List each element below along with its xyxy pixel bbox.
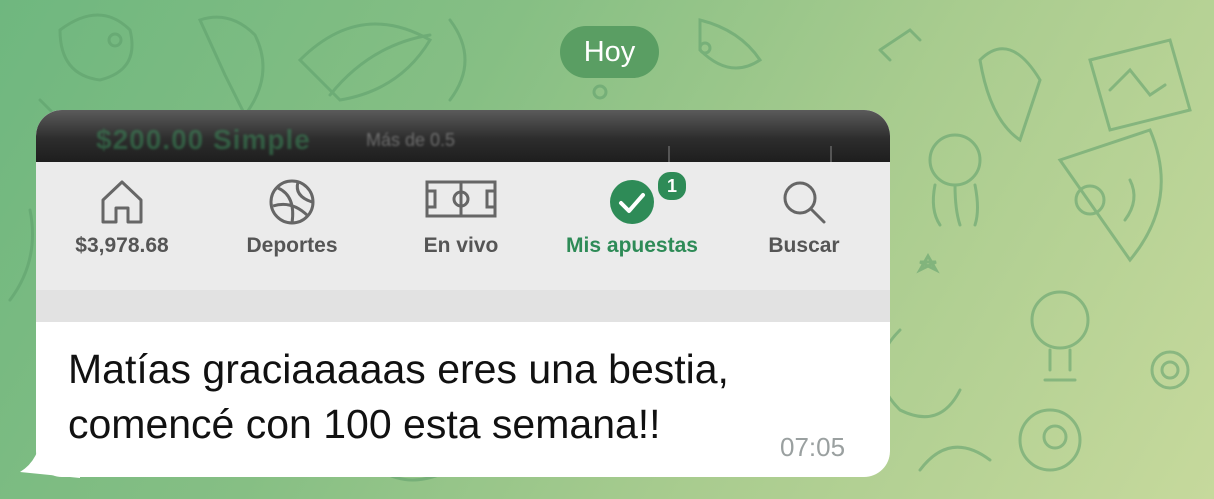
header-divider xyxy=(830,146,832,162)
date-separator: Hoy xyxy=(560,26,659,78)
search-icon xyxy=(783,181,826,224)
home-icon xyxy=(101,180,143,224)
tab-en-vivo: En vivo xyxy=(376,170,546,270)
ball-icon xyxy=(269,179,315,225)
cropped-text-secondary: Más de 0.5 xyxy=(366,130,456,150)
cropped-text: $200.00 Simple xyxy=(96,124,311,155)
message-bubble[interactable]: $200.00 Simple Más de 0.5 $3,978.68 Depo… xyxy=(36,110,890,477)
tab-buscar: Buscar xyxy=(718,170,890,270)
screenshot-cropped-header: $200.00 Simple Más de 0.5 xyxy=(36,110,890,162)
tab-mis-apuestas-label: Mis apuestas xyxy=(566,234,698,257)
notification-badge: 1 xyxy=(656,170,688,202)
message-line-1: Matías graciaaaaas eres una bestia, xyxy=(68,346,729,392)
check-circle-icon xyxy=(610,180,654,224)
message-text: Matías graciaaaaas eres una bestia, come… xyxy=(68,342,788,452)
field-icon xyxy=(425,180,497,218)
tab-balance-label: $3,978.68 xyxy=(75,234,169,257)
tab-deportes: Deportes xyxy=(208,170,376,270)
tab-deportes-label: Deportes xyxy=(246,234,338,257)
tab-en-vivo-label: En vivo xyxy=(423,234,499,257)
tab-balance: $3,978.68 xyxy=(36,170,208,270)
tab-buscar-label: Buscar xyxy=(768,234,840,257)
screenshot-bottom-bar xyxy=(36,290,890,322)
attached-screenshot[interactable]: $200.00 Simple Más de 0.5 $3,978.68 Depo… xyxy=(36,110,890,322)
message-timestamp: 07:05 xyxy=(780,432,846,462)
tab-mis-apuestas: 1 Mis apuestas xyxy=(546,170,718,270)
header-divider xyxy=(668,146,670,162)
message-line-2: comencé con 100 esta semana!! xyxy=(68,401,661,447)
